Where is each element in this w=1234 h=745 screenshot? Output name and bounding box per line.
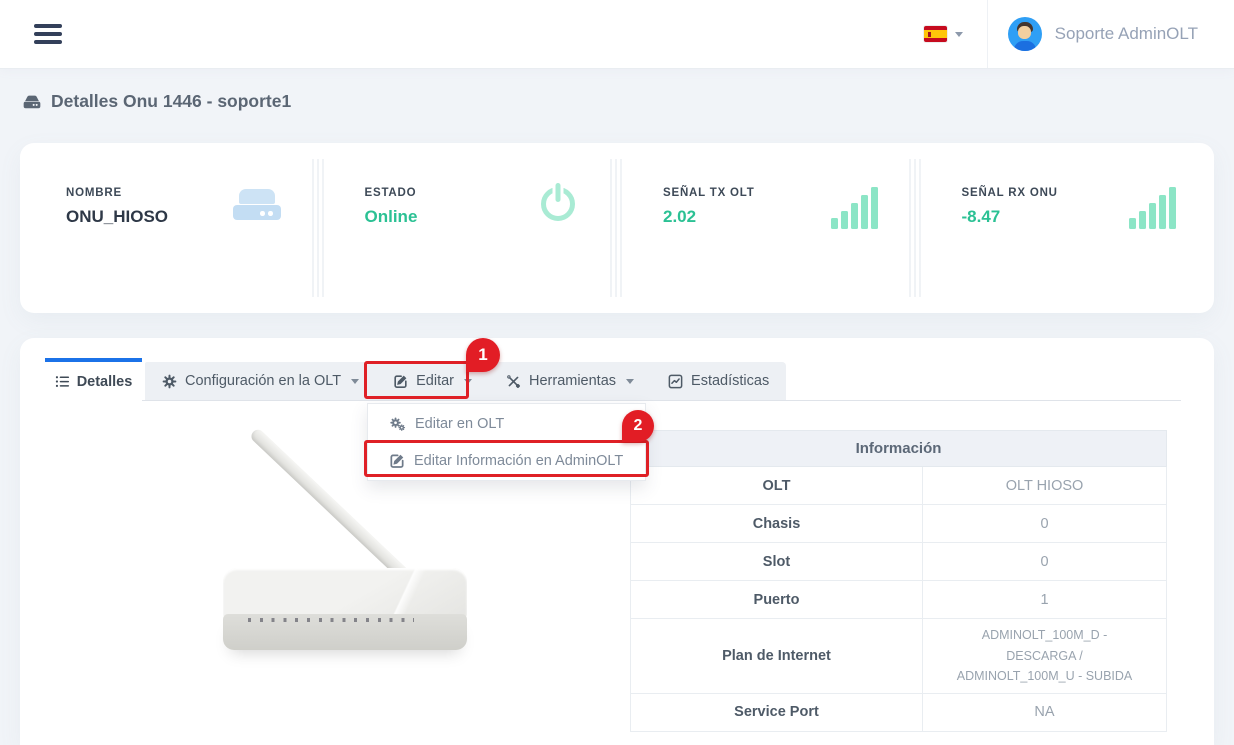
menu-item-label: Editar Información en AdminOLT <box>414 453 623 469</box>
row-value: OLT HIOSO <box>923 467 1167 505</box>
stat-label: SEÑAL RX ONU <box>962 187 1058 199</box>
tab-label: Herramientas <box>529 373 616 389</box>
stat-value: ONU_HIOSO <box>66 207 168 227</box>
tab-detalles[interactable]: Detalles <box>45 358 142 401</box>
spain-flag-icon <box>924 26 947 42</box>
table-row: OLT OLT HIOSO <box>631 467 1167 505</box>
chevron-down-icon <box>351 379 359 384</box>
stat-label: NOMBRE <box>66 187 168 199</box>
tab-label: Configuración en la OLT <box>185 373 341 389</box>
row-label: Puerto <box>631 581 923 619</box>
row-value: ADMINOLT_100M_D - DESCARGA / ADMINOLT_10… <box>923 619 1167 694</box>
avatar <box>1008 17 1042 51</box>
list-icon <box>55 374 70 389</box>
user-name: Soporte AdminOLT <box>1055 24 1198 44</box>
stat-value: -8.47 <box>962 207 1058 227</box>
annotation-step-1-badge: 1 <box>466 338 500 372</box>
page-title: Detalles Onu 1446 - soporte1 <box>22 91 291 112</box>
chevron-down-icon <box>626 379 634 384</box>
language-selector[interactable] <box>900 26 987 42</box>
page-title-text: Detalles Onu 1446 - soporte1 <box>51 91 291 112</box>
menu-item-label: Editar en OLT <box>415 416 504 432</box>
table-row: Service Port NA <box>631 693 1167 731</box>
edit-icon <box>393 374 408 389</box>
status-card: NOMBRE ONU_HIOSO ESTADO Online SEÑAL T <box>20 143 1214 313</box>
tab-herramientas[interactable]: Herramientas <box>489 362 651 400</box>
stat-nombre: NOMBRE ONU_HIOSO <box>20 143 319 313</box>
table-header: Información <box>631 431 1167 467</box>
user-menu[interactable]: Soporte AdminOLT <box>988 17 1234 51</box>
chart-icon <box>668 374 683 389</box>
row-label: Chasis <box>631 505 923 543</box>
tab-label: Detalles <box>77 374 133 390</box>
annotation-step-2-badge: 2 <box>622 410 654 442</box>
stat-estado: ESTADO Online <box>319 143 618 313</box>
table-row: Chasis 0 <box>631 505 1167 543</box>
gear-icon <box>162 374 177 389</box>
stat-value: Online <box>365 207 418 227</box>
chevron-down-icon <box>464 379 472 384</box>
stat-senal-rx-onu: SEÑAL RX ONU -8.47 <box>916 143 1215 313</box>
row-label: Slot <box>631 543 923 581</box>
stat-label: ESTADO <box>365 187 418 199</box>
editar-dropdown-menu: Editar en OLT Editar Información en Admi… <box>367 403 646 481</box>
row-value: 0 <box>923 543 1167 581</box>
table-row: Plan de Internet ADMINOLT_100M_D - DESCA… <box>631 619 1167 694</box>
row-label: Service Port <box>631 693 923 731</box>
chevron-down-icon <box>955 32 963 37</box>
details-card: Detalles Configuración en la OLT Editar … <box>20 338 1214 745</box>
power-icon <box>537 183 579 225</box>
tab-configuracion-olt[interactable]: Configuración en la OLT <box>145 362 376 400</box>
row-label: OLT <box>631 467 923 505</box>
menu-item-editar-informacion-adminolt[interactable]: Editar Información en AdminOLT <box>368 442 645 479</box>
row-value: NA <box>923 693 1167 731</box>
table-row: Puerto 1 <box>631 581 1167 619</box>
stat-value: 2.02 <box>663 207 755 227</box>
informacion-table: Información OLT OLT HIOSO Chasis 0 Slot … <box>630 430 1167 732</box>
router-body <box>223 568 467 618</box>
table-row: Slot 0 <box>631 543 1167 581</box>
menu-toggle-button[interactable] <box>34 24 62 44</box>
tab-estadisticas[interactable]: Estadísticas <box>651 362 786 400</box>
tab-bar: Detalles Configuración en la OLT Editar … <box>45 358 786 401</box>
stat-label: SEÑAL TX OLT <box>663 187 755 199</box>
signal-bars-icon <box>831 187 878 229</box>
row-label: Plan de Internet <box>631 619 923 694</box>
top-navbar: Soporte AdminOLT <box>0 0 1234 68</box>
gears-icon <box>389 416 406 432</box>
hdd-icon <box>22 92 42 112</box>
row-value: 1 <box>923 581 1167 619</box>
edit-icon <box>389 453 405 469</box>
menu-item-editar-en-olt[interactable]: Editar en OLT <box>368 405 645 442</box>
server-icon <box>233 188 281 224</box>
tab-label: Estadísticas <box>691 373 769 389</box>
tab-label: Editar <box>416 373 454 389</box>
stat-senal-tx-olt: SEÑAL TX OLT 2.02 <box>617 143 916 313</box>
app-window: Soporte AdminOLT Detalles Onu 1446 - sop… <box>0 0 1234 745</box>
router-leds <box>248 618 414 622</box>
tools-icon <box>506 374 521 389</box>
row-value: 0 <box>923 505 1167 543</box>
signal-bars-icon <box>1129 187 1176 229</box>
